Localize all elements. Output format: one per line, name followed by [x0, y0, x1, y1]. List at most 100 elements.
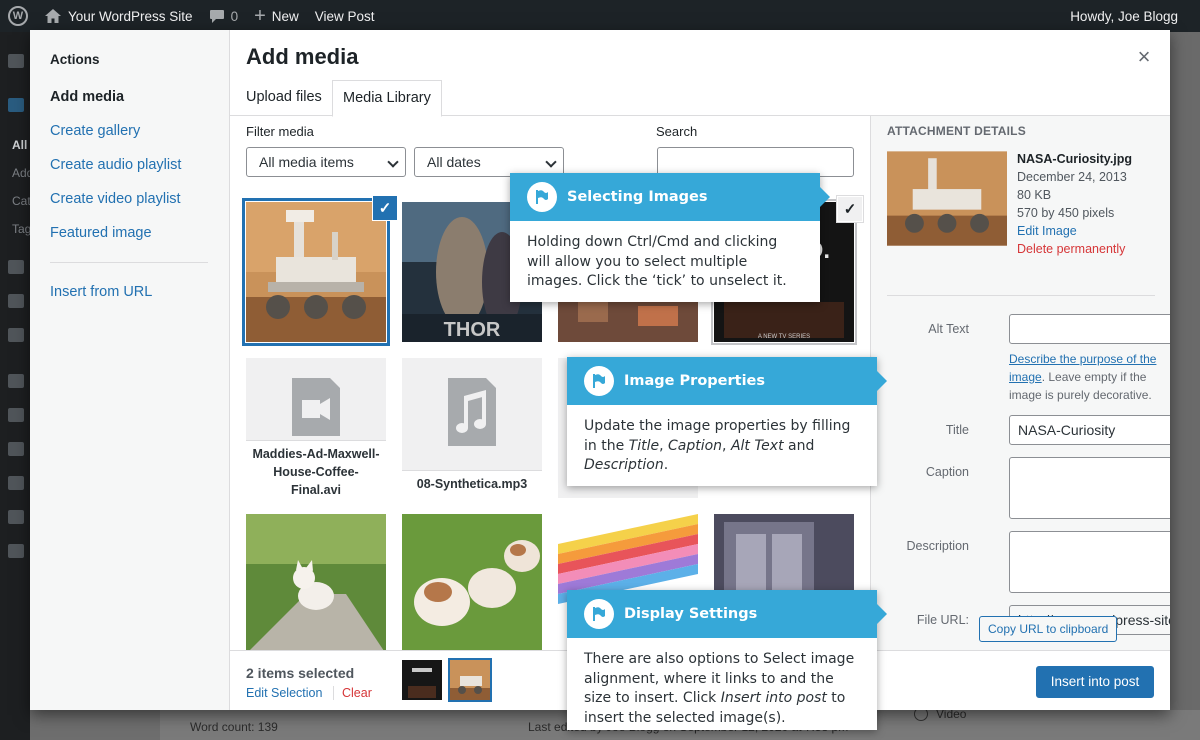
new-label: New [271, 8, 299, 24]
wordpress-logo-icon[interactable]: W [0, 0, 36, 32]
menu-item-create-audio-playlist[interactable]: Create audio playlist [50, 157, 181, 173]
thor-label: THOR [444, 319, 501, 341]
alt-text-input[interactable] [1009, 314, 1170, 344]
attachment-audio-file[interactable]: 08-Synthetica.mp3 [402, 358, 542, 498]
comments-menu-icon [8, 328, 24, 342]
insert-into-post-button[interactable]: Insert into post [1036, 666, 1154, 698]
view-post-link[interactable]: View Post [307, 0, 383, 32]
callout-emphasis: Alt Text [730, 437, 784, 454]
attachment-video-file[interactable]: Maddies-Ad-Maxwell-House-Coffee-Final.av… [246, 358, 386, 498]
clear-selection-link[interactable]: Clear [333, 686, 372, 700]
users-icon [8, 442, 24, 456]
plugins-icon [8, 408, 24, 422]
editor-sidebar-dimmed [1170, 32, 1200, 740]
attachment-nasa-curiosity[interactable] [242, 198, 390, 346]
chevron-down-icon [387, 156, 399, 168]
media-type-filter[interactable]: All media items [246, 147, 406, 177]
description-label: Description [906, 539, 969, 553]
callout-header: Selecting Images [510, 173, 830, 221]
title-input[interactable] [1009, 415, 1170, 445]
callout-image-properties: Image Properties Update the image proper… [567, 357, 887, 486]
rover-thumbnail-image [887, 151, 1007, 246]
media-icon [8, 260, 24, 274]
appearance-icon [8, 374, 24, 388]
copy-url-button[interactable]: Copy URL to clipboard [979, 616, 1118, 642]
details-heading: Attachment Details [887, 124, 1026, 138]
alt-text-help: Describe the purpose of the image. Leave… [1009, 350, 1169, 404]
menu-item-add-media[interactable]: Add media [50, 89, 124, 105]
admin-bar: W Your WordPress Site 0 + New View Post … [0, 0, 1200, 32]
close-icon[interactable]: × [1130, 44, 1158, 72]
collapse-menu-icon [8, 544, 24, 558]
callout-text: , [659, 437, 668, 454]
file-name: 08-Synthetica.mp3 [402, 470, 542, 498]
details-date: December 24, 2013 [1017, 170, 1127, 184]
unselected-checkmark-icon[interactable]: ✓ [838, 197, 862, 221]
poster-bottom-text: A NEW TV SERIES [758, 334, 810, 340]
callout-text: , [722, 437, 731, 454]
dashboard-icon [8, 54, 24, 68]
callout-selecting-images: Selecting Images Holding down Ctrl/Cmd a… [510, 173, 830, 302]
kitten-image [246, 514, 386, 650]
callout-text: . [663, 457, 669, 473]
menu-item-featured-image[interactable]: Featured image [50, 225, 152, 241]
router-tabs: Upload files Media Library [230, 80, 1170, 117]
callout-header: Display Settings [567, 590, 887, 638]
tab-media-library[interactable]: Media Library [332, 80, 442, 117]
callout-pointer [877, 604, 887, 624]
callout-body: There are also options to Select image a… [567, 638, 877, 738]
media-type-value: All media items [259, 154, 354, 170]
menu-item-create-gallery[interactable]: Create gallery [50, 123, 140, 139]
site-name-label: Your WordPress Site [68, 8, 193, 24]
delete-permanently-link[interactable]: Delete permanently [1017, 240, 1125, 258]
selection-thumbnail-shield[interactable] [402, 660, 442, 700]
caption-label: Caption [925, 465, 969, 479]
details-filename: NASA-Curiosity.jpg [1017, 152, 1133, 166]
details-thumbnail [887, 151, 1007, 246]
account-menu[interactable]: Howdy, Joe Blogg [1062, 0, 1186, 32]
selected-checkmark-icon[interactable]: ✓ [373, 196, 397, 220]
tools-icon [8, 476, 24, 490]
posts-icon [8, 98, 24, 112]
attachment-bulldog-puppies[interactable] [402, 514, 542, 650]
tab-upload-files[interactable]: Upload files [236, 80, 332, 116]
file-url-label: File URL: [916, 613, 969, 627]
callout-title: Display Settings [624, 606, 758, 622]
date-filter-value: All dates [427, 154, 481, 170]
shield-mini-image [402, 660, 442, 700]
edit-selection-link[interactable]: Edit Selection [246, 686, 322, 700]
details-filesize: 80 KB [1017, 188, 1052, 202]
callout-header: Image Properties [567, 357, 887, 405]
comment-bubble-icon [209, 9, 224, 23]
description-textarea[interactable] [1009, 531, 1170, 593]
menu-heading: Actions [50, 52, 100, 67]
edit-image-link[interactable]: Edit Image [1017, 222, 1077, 240]
pages-icon [8, 294, 24, 308]
callout-text: and [783, 437, 815, 454]
menu-item-insert-from-url[interactable]: Insert from URL [50, 284, 152, 300]
search-label: Search [656, 124, 698, 139]
callout-title: Image Properties [624, 373, 766, 389]
callout-emphasis: Description [584, 457, 664, 473]
callout-display-settings: Display Settings There are also options … [567, 590, 887, 730]
callout-title: Selecting Images [567, 189, 708, 205]
callout-pointer [877, 371, 887, 391]
callout-body: Holding down Ctrl/Cmd and clicking will … [527, 234, 787, 289]
attachment-kitten[interactable] [246, 514, 386, 650]
site-name-link[interactable]: Your WordPress Site [36, 0, 201, 32]
caption-textarea[interactable] [1009, 457, 1170, 519]
menu-separator [50, 262, 208, 263]
callout-emphasis: Title [628, 437, 660, 454]
callout-body: Update the image properties by filling i… [567, 405, 877, 486]
menu-item-create-video-playlist[interactable]: Create video playlist [50, 191, 181, 207]
file-name: Maddies-Ad-Maxwell-House-Coffee-Final.av… [246, 440, 386, 498]
new-content-menu[interactable]: + New [246, 0, 307, 32]
rover-image [246, 202, 386, 342]
alt-text-label: Alt Text [928, 322, 969, 336]
view-post-label: View Post [314, 8, 375, 24]
comments-link[interactable]: 0 [201, 0, 247, 32]
selection-thumbnail-rover[interactable] [448, 658, 492, 702]
details-divider [887, 295, 1155, 296]
sidebar-fragment: All [12, 138, 28, 152]
home-icon [45, 9, 61, 23]
